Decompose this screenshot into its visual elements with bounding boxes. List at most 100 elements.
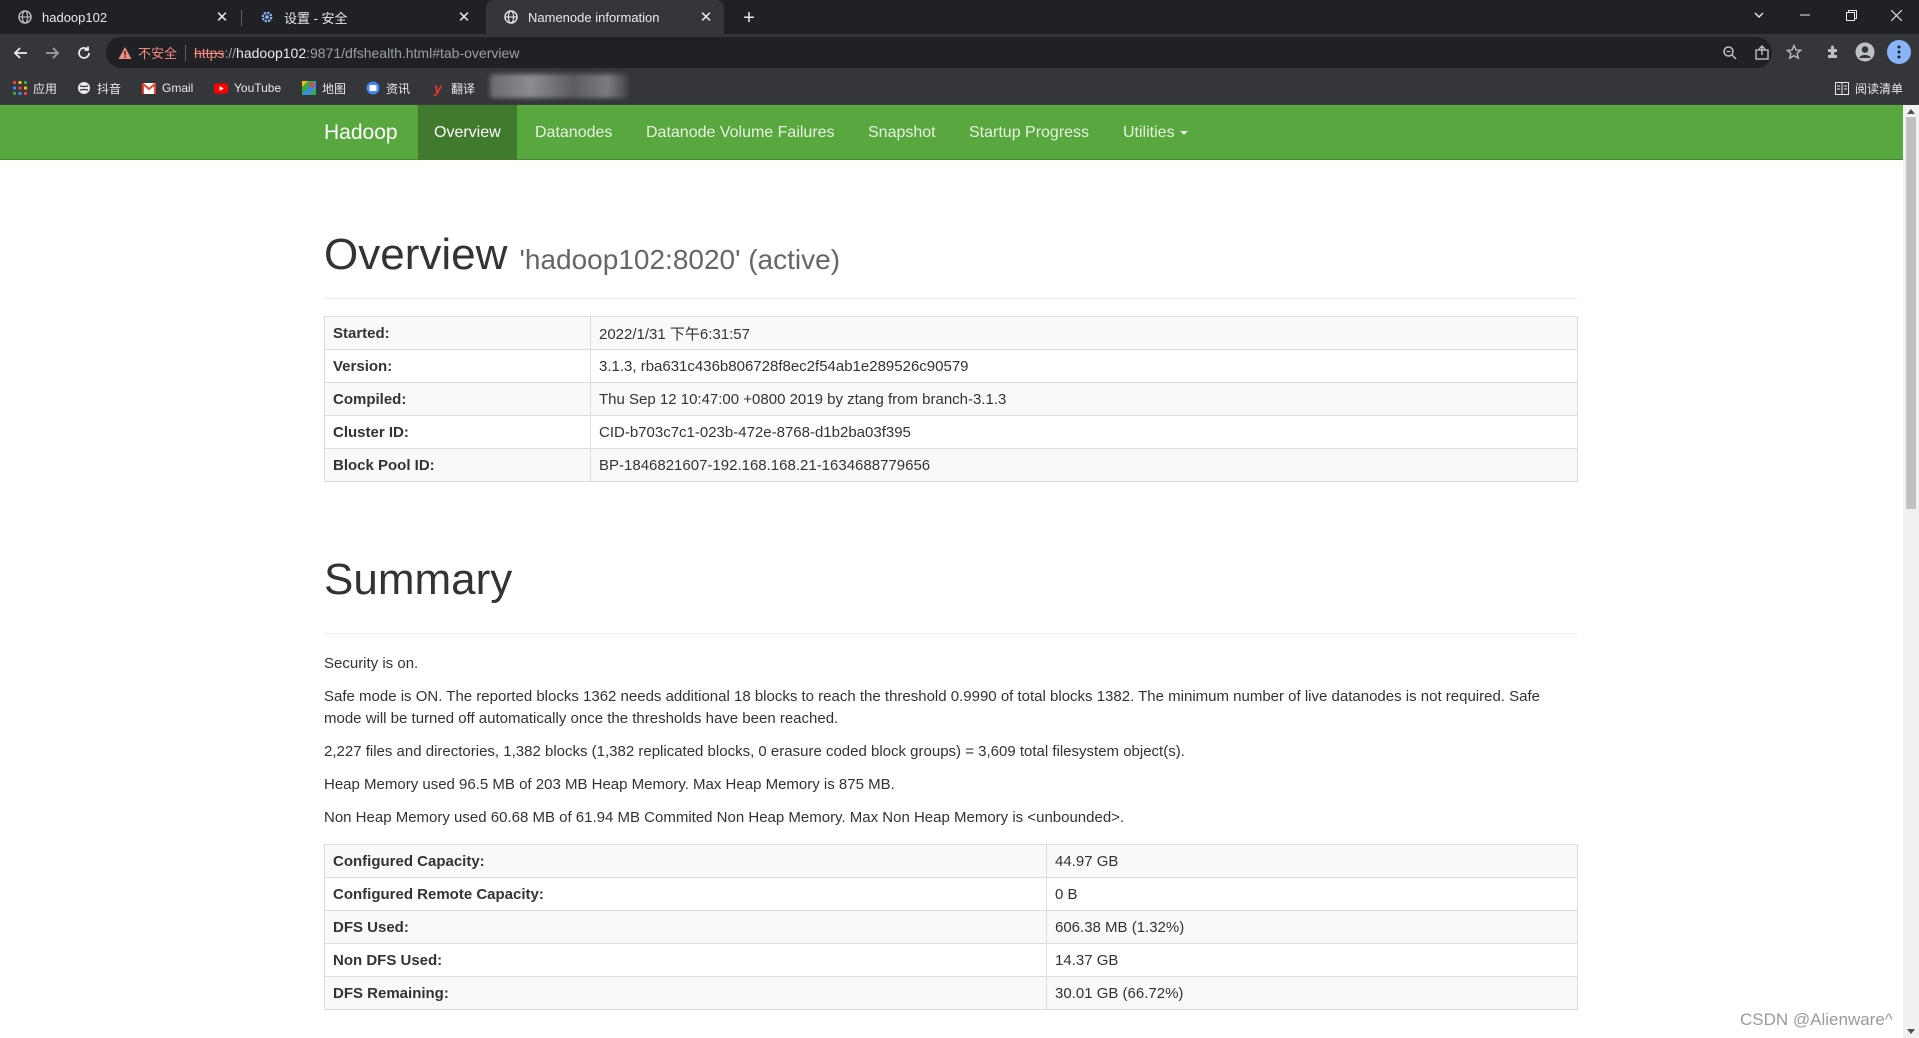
forward-button[interactable]	[39, 40, 65, 66]
menu-icon[interactable]	[1887, 40, 1911, 64]
row-key: Cluster ID:	[324, 415, 591, 449]
summary-line: Safe mode is ON. The reported blocks 136…	[324, 688, 1541, 727]
browser-tab-hadoop102[interactable]: hadoop102 ✕	[0, 0, 240, 34]
youtube-icon	[214, 81, 228, 95]
news-icon	[366, 81, 380, 95]
row-value: BP-1846821607-192.168.168.21-16346887796…	[590, 448, 1578, 482]
url-scheme: https	[194, 44, 225, 61]
profile-avatar-icon[interactable]	[1855, 42, 1875, 62]
bookmark-label: 资讯	[386, 81, 411, 96]
row-value: CID-b703c7c1-023b-472e-8768-d1b2ba03f395	[590, 415, 1578, 449]
table-row: Compiled: Thu Sep 12 10:47:00 +0800 2019…	[324, 382, 1578, 416]
bookmark-gmail[interactable]: Gmail	[142, 79, 193, 97]
nav-datanode-volume-failures[interactable]: Datanode Volume Failures	[630, 105, 851, 160]
divider	[324, 298, 1578, 299]
scroll-down-arrow-icon[interactable]	[1907, 1029, 1915, 1034]
zoom-icon[interactable]	[1722, 45, 1738, 61]
row-value: Thu Sep 12 10:47:00 +0800 2019 by ztang …	[590, 382, 1578, 416]
gear-icon	[260, 10, 274, 24]
browser-toolbar: 不安全 https://hadoop102:9871/dfshealth.htm…	[0, 34, 1919, 71]
table-row: Block Pool ID: BP-1846821607-192.168.168…	[324, 448, 1578, 482]
security-warning-label: 不安全	[138, 46, 178, 61]
bookmark-maps[interactable]: 地图	[302, 79, 346, 97]
row-key: Block Pool ID:	[324, 448, 591, 482]
nav-overview[interactable]: Overview	[418, 105, 517, 160]
share-icon[interactable]	[1754, 45, 1770, 61]
summary-line: Security is on.	[324, 655, 419, 672]
nav-snapshot[interactable]: Snapshot	[852, 105, 952, 160]
nav-datanodes[interactable]: Datanodes	[519, 105, 628, 160]
hadoop-navbar: Hadoop Overview Datanodes Datanode Volum…	[0, 105, 1903, 160]
minimize-button[interactable]	[1782, 0, 1828, 30]
watermark: CSDN @Alienware^	[1740, 1010, 1893, 1029]
bookmark-label: 翻译	[451, 81, 476, 96]
scrollbar-thumb[interactable]	[1906, 117, 1916, 509]
caret-down-icon	[1179, 130, 1188, 135]
reading-list-icon	[1835, 81, 1849, 95]
bookmark-star-icon[interactable]	[1784, 42, 1804, 62]
overview-title: Overview	[324, 230, 508, 279]
url-path: :9871/dfshealth.html#tab-overview	[306, 44, 520, 61]
scroll-up-arrow-icon[interactable]	[1907, 109, 1915, 114]
row-value: 14.37 GB	[1046, 943, 1578, 977]
restore-button[interactable]	[1828, 0, 1874, 30]
blurred-bookmark[interactable]	[490, 74, 628, 98]
tab-title: 设置 - 安全	[284, 10, 348, 26]
tab-close-icon[interactable]: ✕	[698, 9, 714, 26]
bookmark-news[interactable]: 资讯	[366, 79, 410, 97]
warning-icon	[118, 46, 132, 59]
browser-tab-strip: hadoop102 ✕ 设置 - 安全 ✕ Namenode informati…	[0, 0, 1919, 34]
row-key: DFS Remaining:	[324, 976, 1047, 1010]
nav-utilities[interactable]: Utilities	[1107, 105, 1204, 160]
back-button[interactable]	[8, 40, 34, 66]
row-key: Non DFS Used:	[324, 943, 1047, 977]
security-warning[interactable]: 不安全	[118, 43, 177, 62]
summary-table: Configured Capacity: 44.97 GB Configured…	[324, 844, 1578, 1010]
summary-title: Summary	[324, 555, 513, 604]
row-key: Version:	[324, 349, 591, 383]
navbar-brand[interactable]: Hadoop	[324, 105, 398, 160]
table-row: Started: 2022/1/31 下午6:31:57	[324, 316, 1578, 350]
browser-tab-namenode[interactable]: Namenode information ✕	[486, 0, 724, 34]
globe-icon	[18, 10, 32, 24]
tab-search-icon[interactable]	[1736, 0, 1782, 30]
bookmark-translate[interactable]: y 翻译	[431, 79, 475, 97]
divider	[324, 633, 1578, 634]
bookmark-label: 应用	[33, 81, 58, 96]
bookmark-label: 抖音	[97, 81, 122, 96]
address-bar[interactable]: 不安全 https://hadoop102:9871/dfshealth.htm…	[106, 37, 1772, 68]
page-scrollbar[interactable]	[1903, 105, 1919, 1038]
extensions-icon[interactable]	[1823, 42, 1843, 62]
reading-list-label: 阅读清单	[1855, 81, 1904, 96]
translate-icon: y	[434, 80, 442, 96]
bookmark-apps[interactable]: 应用	[13, 79, 57, 97]
nav-startup-progress[interactable]: Startup Progress	[953, 105, 1105, 160]
row-value: 2022/1/31 下午6:31:57	[590, 316, 1578, 350]
table-row: Configured Remote Capacity: 0 B	[324, 877, 1578, 911]
gmail-icon	[142, 81, 156, 95]
tab-title: hadoop102	[42, 9, 108, 25]
row-key: Compiled:	[324, 382, 591, 416]
bookmark-youtube[interactable]: YouTube	[214, 79, 281, 97]
row-value: 0 B	[1046, 877, 1578, 911]
reload-button[interactable]	[71, 40, 97, 66]
row-value: 44.97 GB	[1046, 844, 1578, 878]
new-tab-button[interactable]: +	[736, 5, 762, 31]
tab-close-icon[interactable]: ✕	[456, 9, 472, 26]
browser-tab-settings[interactable]: 设置 - 安全 ✕	[242, 0, 482, 34]
maps-icon	[302, 81, 316, 95]
table-row: Non DFS Used: 14.37 GB	[324, 943, 1578, 977]
summary-line: Non Heap Memory used 60.68 MB of 61.94 M…	[324, 809, 1125, 826]
page-viewport: Hadoop Overview Datanodes Datanode Volum…	[0, 105, 1903, 1038]
table-row: Cluster ID: CID-b703c7c1-023b-472e-8768-…	[324, 415, 1578, 449]
bookmarks-bar: 应用 抖音 Gmail YouTube 地图 资讯 y 翻译 阅读清单	[0, 71, 1919, 105]
url-text[interactable]: https://hadoop102:9871/dfshealth.html#ta…	[194, 45, 519, 61]
url-separator: ://	[224, 44, 237, 61]
bookmark-label: 地图	[322, 81, 347, 96]
url-host: hadoop102	[236, 44, 307, 61]
tab-close-icon[interactable]: ✕	[214, 9, 230, 26]
apps-grid-icon	[13, 81, 27, 95]
bookmark-douyin[interactable]: 抖音	[77, 79, 121, 97]
reading-list-button[interactable]: 阅读清单	[1835, 79, 1903, 97]
close-window-button[interactable]	[1873, 0, 1919, 30]
